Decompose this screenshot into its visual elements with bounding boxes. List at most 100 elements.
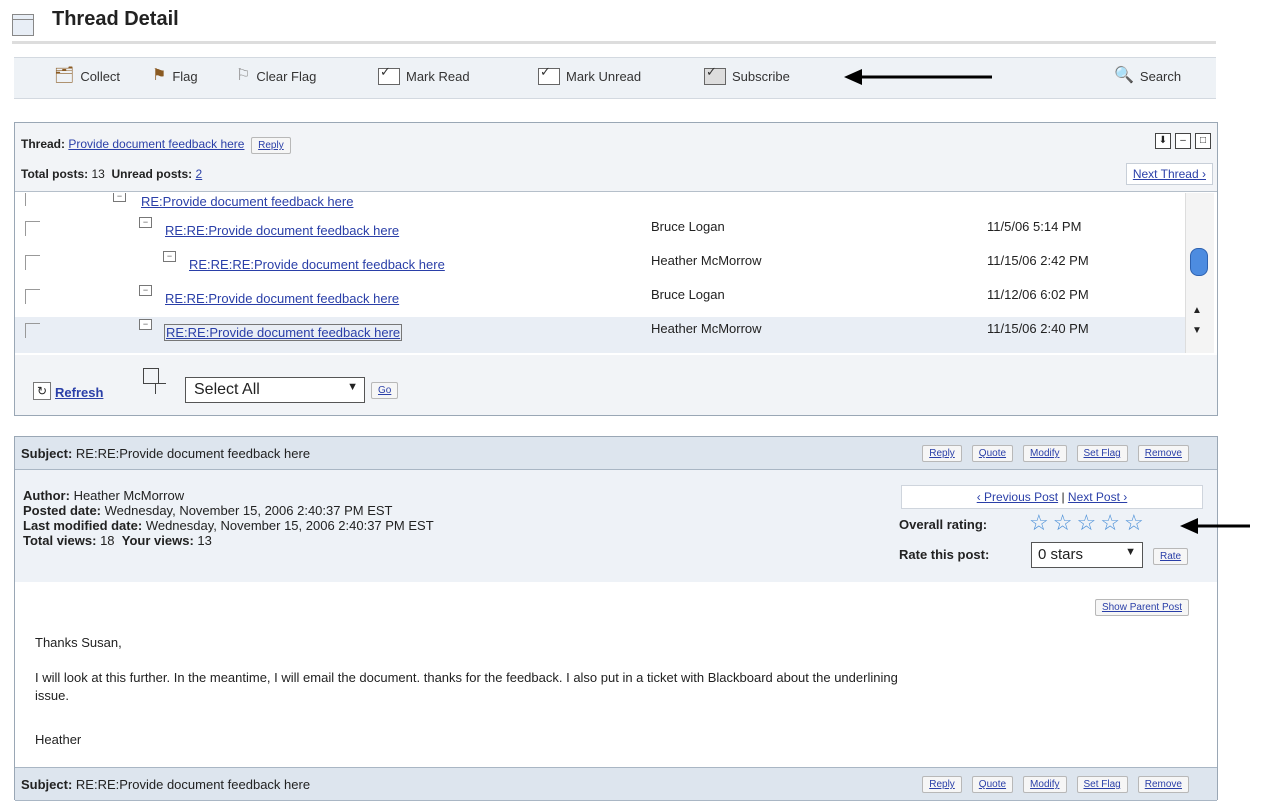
flag-button[interactable]: ⚑ Flag [152, 68, 198, 84]
collapse-icon[interactable]: − [163, 251, 176, 262]
set-flag-button[interactable]: Set Flag [1076, 445, 1128, 462]
table-row[interactable]: − RE:RE:RE:Provide document feedback her… [15, 249, 1185, 283]
rate-post-label: Rate this post: [899, 547, 990, 562]
overall-rating-stars: ☆ ☆ ☆ ☆ ☆ [1029, 510, 1144, 536]
collapse-icon[interactable]: − [113, 193, 126, 202]
select-all-dropdown[interactable]: Select All ▼ [185, 377, 365, 403]
post-actions: Reply Quote Modify Set Flag Remove [922, 445, 1189, 462]
set-flag-button[interactable]: Set Flag [1076, 776, 1128, 793]
reply-button[interactable]: Reply [922, 776, 962, 793]
row-subject-link[interactable]: RE:RE:Provide document feedback here [165, 291, 399, 306]
post-subject: Subject: RE:RE:Provide document feedback… [21, 446, 310, 461]
nav-separator: | [1061, 490, 1065, 504]
thread-detail-icon [12, 14, 34, 36]
overall-rating-label: Overall rating: [899, 517, 988, 532]
collapse-icon[interactable]: − [139, 319, 152, 330]
select-all-value: Select All [194, 381, 260, 398]
search-label: Search [1139, 68, 1182, 84]
views-label: Total views: [23, 533, 97, 548]
row-checkbox[interactable] [25, 289, 40, 304]
mark-read-button[interactable]: Mark Read [378, 64, 470, 85]
total-posts-value: 13 [91, 167, 105, 181]
views-line: Total views: 18 Your views: 13 [23, 533, 212, 548]
thread-header: Thread: Provide document feedback here R… [15, 123, 1217, 192]
table-row[interactable]: − RE:Provide document feedback here [15, 193, 1185, 213]
next-post-subject: Subject: RE:RE:Provide document feedback… [21, 777, 310, 792]
thread-counts: Total posts: 13 Unread posts: 2 [21, 167, 202, 181]
collapse-icon[interactable]: − [139, 217, 152, 228]
download-icon[interactable]: ⬇ [1155, 133, 1171, 149]
title-divider [12, 41, 1216, 44]
previous-post-link[interactable]: ‹ Previous Post [977, 490, 1058, 504]
rate-post-select[interactable]: 0 stars ▼ [1031, 542, 1143, 568]
select-checkbox-icon [143, 368, 159, 384]
views-value: 18 [100, 533, 115, 548]
post-body-paragraph-cont: issue. [35, 688, 69, 703]
subscribe-label: Subscribe [732, 69, 790, 84]
subscribe-button[interactable]: Subscribe [704, 64, 790, 85]
quote-button[interactable]: Quote [971, 445, 1014, 462]
row-author: Bruce Logan [651, 219, 725, 234]
maximize-icon[interactable]: □ [1195, 133, 1211, 149]
row-date: 11/12/06 6:02 PM [987, 287, 1089, 302]
next-post-link[interactable]: Next Post › [1068, 490, 1127, 504]
star-icon: ☆ [1076, 510, 1097, 535]
mark-unread-button[interactable]: Mark Unread [538, 64, 642, 85]
flag-label: Flag [172, 68, 198, 84]
row-checkbox[interactable] [25, 323, 40, 338]
table-row[interactable]: − RE:RE:Provide document feedback here B… [15, 283, 1185, 317]
search-button[interactable]: 🔍 Search [1114, 68, 1181, 84]
collect-button[interactable]: 🗂 Collect [54, 68, 120, 84]
minimize-icon[interactable]: – [1175, 133, 1191, 149]
row-checkbox[interactable] [25, 255, 40, 270]
reply-button[interactable]: Reply [922, 445, 962, 462]
scrollbar-thumb[interactable] [1190, 248, 1208, 276]
show-parent-post-button[interactable]: Show Parent Post [1094, 599, 1189, 616]
annotation-arrow-icon [1180, 518, 1250, 534]
row-subject-link[interactable]: RE:Provide document feedback here [141, 194, 353, 209]
clear-flag-button[interactable]: ⚐ Clear Flag [236, 68, 316, 84]
remove-button[interactable]: Remove [1137, 776, 1189, 793]
quote-button[interactable]: Quote [971, 776, 1014, 793]
modify-button[interactable]: Modify [1023, 445, 1067, 462]
post-metadata: Author: Heather McMorrow Posted date: We… [15, 470, 1217, 582]
rate-button[interactable]: Rate [1153, 548, 1189, 565]
collect-icon: 🗂 [54, 67, 75, 84]
flag-icon: ⚑ [152, 67, 167, 84]
unread-posts-link[interactable]: 2 [196, 167, 203, 181]
collapse-icon[interactable]: − [139, 285, 152, 296]
page-title: Thread Detail [52, 8, 179, 30]
refresh-icon[interactable]: ↻ [33, 382, 51, 400]
window-controls: ⬇ – □ [1155, 133, 1211, 149]
row-checkbox[interactable] [25, 193, 40, 206]
thread-footer: ↻ Refresh Select All ▼ Go [15, 355, 1217, 415]
thread-title: Thread: Provide document feedback here R… [21, 137, 291, 154]
row-checkbox[interactable] [25, 221, 40, 236]
table-row[interactable]: − RE:RE:Provide document feedback here B… [15, 215, 1185, 249]
row-date: 11/15/06 2:40 PM [987, 321, 1089, 336]
scroll-down-icon[interactable]: ▼ [1192, 325, 1202, 336]
scroll-up-icon[interactable]: ▲ [1192, 305, 1202, 316]
row-subject-link[interactable]: RE:RE:Provide document feedback here [165, 223, 399, 238]
post-subject-bar: Subject: RE:RE:Provide document feedback… [15, 437, 1217, 470]
row-date: 11/5/06 5:14 PM [987, 219, 1082, 234]
thread-reply-button[interactable]: Reply [251, 137, 291, 154]
mark-unread-label: Mark Unread [566, 69, 642, 84]
row-subject-link[interactable]: RE:RE:Provide document feedback here [163, 324, 403, 341]
remove-button[interactable]: Remove [1137, 445, 1189, 462]
unread-posts-label: Unread posts: [111, 167, 193, 181]
thread-scrollbar[interactable]: ▲ ▼ [1185, 193, 1214, 353]
next-post-subject-bar: Subject: RE:RE:Provide document feedback… [15, 767, 1217, 801]
thread-label: Thread: [21, 137, 66, 151]
table-row-selected[interactable]: − RE:RE:Provide document feedback here H… [15, 317, 1185, 353]
post-body-paragraph: I will look at this further. In the mean… [35, 670, 898, 685]
go-button[interactable]: Go [371, 382, 399, 399]
subject-label: Subject: [21, 777, 73, 792]
refresh-link[interactable]: Refresh [55, 385, 103, 400]
row-subject-link[interactable]: RE:RE:RE:Provide document feedback here [189, 257, 445, 272]
annotation-arrow-icon [844, 69, 992, 85]
modify-button[interactable]: Modify [1023, 776, 1067, 793]
next-thread-link[interactable]: Next Thread › [1125, 163, 1213, 185]
posted-date-line: Posted date: Wednesday, November 15, 200… [23, 503, 393, 518]
thread-link[interactable]: Provide document feedback here [68, 137, 244, 151]
